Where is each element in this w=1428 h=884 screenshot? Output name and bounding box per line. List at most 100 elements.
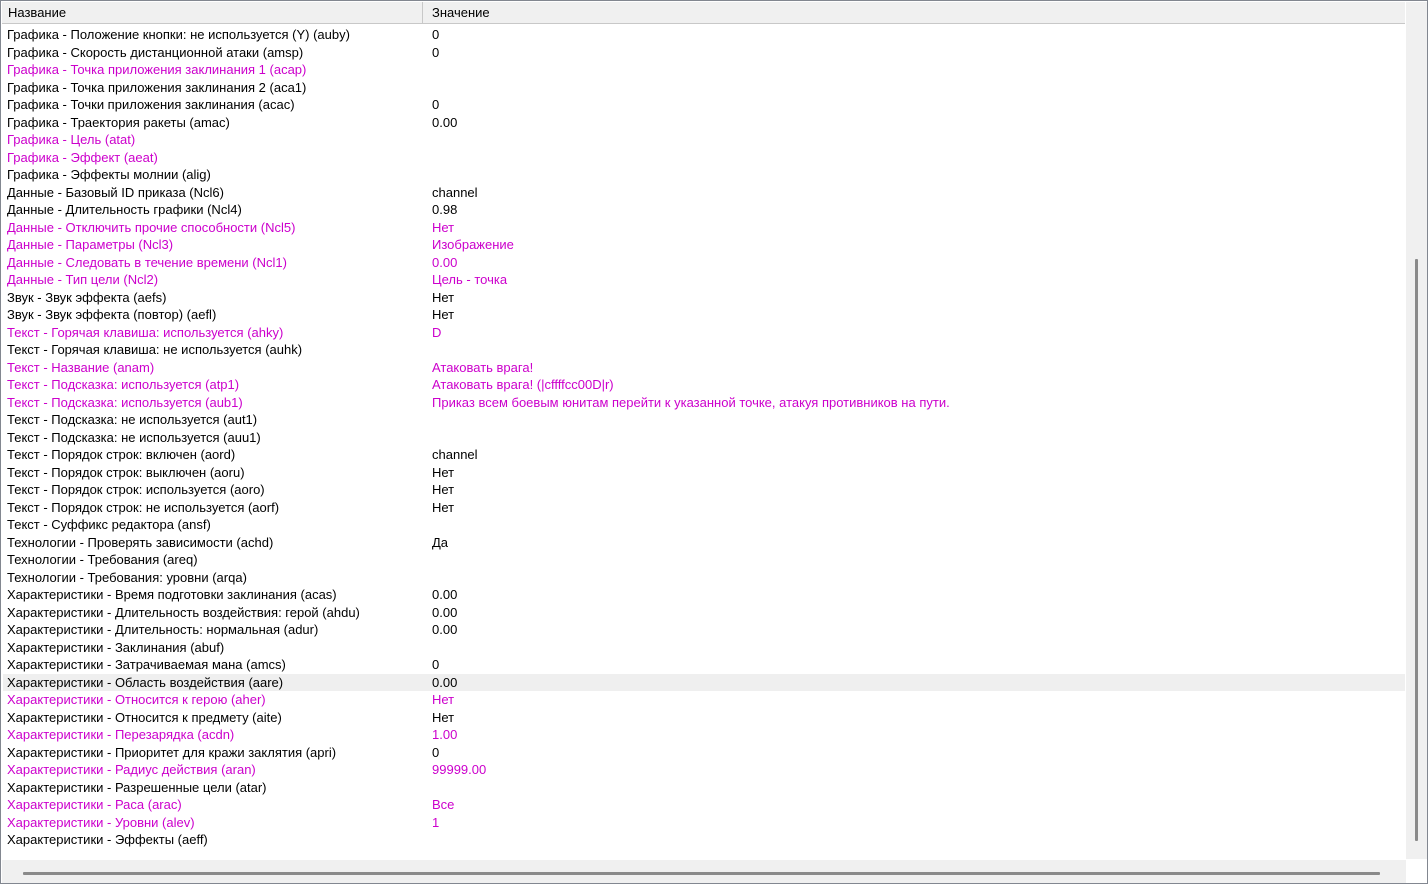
field-value: Изображение [432, 237, 514, 252]
field-name: Графика - Скорость дистанционной атаки (… [7, 44, 304, 60]
list-row[interactable]: Графика - Точки приложения заклинания (a… [3, 96, 1405, 114]
list-row[interactable]: Характеристики - Длительность воздействи… [3, 604, 1405, 622]
list-row[interactable]: Характеристики - Заклинания (abuf) [3, 639, 1405, 657]
field-name: Графика - Эффекты молнии (alig) [7, 167, 211, 182]
field-value: Приказ всем боевым юнитам перейти к указ… [432, 394, 950, 410]
list-row[interactable]: Характеристики - Длительность: нормальна… [3, 621, 1405, 639]
field-name: Характеристики - Время подготовки заклин… [7, 587, 337, 602]
list-row[interactable]: Характеристики - Затрачиваемая мана (amc… [3, 656, 1405, 674]
field-value: channel [432, 447, 478, 462]
list-row[interactable]: Графика - Эффект (aeat) [3, 149, 1405, 167]
field-value: Нет [432, 464, 455, 480]
list-row[interactable]: Текст - Суффикс редактора (ansf) [3, 516, 1405, 534]
field-name: Текст - Порядок строк: используется (aor… [7, 482, 265, 497]
list-row[interactable]: Графика - Положение кнопки: не используе… [3, 26, 1405, 44]
list-row[interactable]: Характеристики - Уровни (alev) 1 [3, 814, 1405, 832]
list-row[interactable]: Звук - Звук эффекта (повтор) (aefl) Нет [3, 306, 1405, 324]
horizontal-scrollbar[interactable] [2, 860, 1406, 883]
field-value: 99999.00 [432, 762, 487, 777]
field-name: Текст - Суффикс редактора (ansf) [7, 517, 211, 532]
list-row[interactable]: Характеристики - Приоритет для кражи зак… [3, 744, 1405, 762]
list-row[interactable]: Текст - Подсказка: используется (aub1) Пр… [3, 394, 1405, 412]
list-row[interactable]: Характеристики - Область воздействия (aa… [3, 673, 1405, 691]
field-value: 0 [432, 44, 440, 60]
list-row[interactable]: Текст - Порядок строк: включен (aord) cha… [3, 446, 1405, 464]
field-name: Графика - Цель (atat) [7, 132, 136, 147]
list-row[interactable]: Графика - Точка приложения заклинания 2 … [3, 79, 1405, 97]
list-row[interactable]: Текст - Порядок строк: выключен (aoru) Не… [3, 464, 1405, 482]
field-name: Текст - Порядок строк: включен (aord) [7, 447, 236, 462]
vertical-scrollbar[interactable] [1406, 2, 1427, 859]
field-name: Характеристики - Область воздействия (aa… [7, 674, 284, 690]
list-row[interactable]: Графика - Эффекты молнии (alig) [3, 166, 1405, 184]
field-name: Текст - Подсказка: используется (atp1) [7, 377, 240, 392]
field-value: Нет [432, 289, 455, 305]
field-value: 0.00 [432, 587, 458, 602]
field-name: Данные - Длительность графики (Ncl4) [7, 202, 242, 217]
field-value: Атаковать врага! [432, 359, 534, 375]
list-row[interactable]: Данные - Отключить прочие способности (N… [3, 219, 1405, 237]
list-body: Графика - Положение кнопки: не используе… [2, 26, 1405, 858]
field-value: Нет [432, 709, 455, 725]
list-row[interactable]: Текст - Горячая клавиша: не используется… [3, 341, 1405, 359]
field-name: Характеристики - Затрачиваемая мана (amc… [7, 657, 286, 672]
field-value: 0.00 [432, 114, 458, 130]
list-row[interactable]: Текст - Порядок строк: используется (aor… [3, 481, 1405, 499]
vertical-scrollbar-thumb[interactable] [1415, 259, 1418, 841]
list-row[interactable]: Характеристики - Разрешенные цели (atar) [3, 779, 1405, 797]
list-row[interactable]: Характеристики - Радиус действия (aran) 9… [3, 761, 1405, 779]
field-name: Характеристики - Уровни (alev) [7, 814, 195, 830]
list-row[interactable]: Текст - Подсказка: не используется (auu1… [3, 429, 1405, 447]
list-row[interactable]: Технологии - Требования: уровни (arqa) [3, 569, 1405, 587]
list-row[interactable]: Данные - Базовый ID приказа (Ncl6) channe… [3, 184, 1405, 202]
field-value: 0.00 [432, 622, 458, 637]
list-row[interactable]: Графика - Точка приложения заклинания 1 … [3, 61, 1405, 79]
field-name: Текст - Подсказка: не используется (aut1… [7, 412, 258, 427]
field-value: Нет [432, 499, 455, 515]
field-value: Нет [432, 692, 455, 707]
list-row[interactable]: Графика - Траектория ракеты (amac) 0.00 [3, 114, 1405, 132]
list-row[interactable]: Текст - Название (anam) Атаковать врага! [3, 359, 1405, 377]
list-row[interactable]: Данные - Параметры (Ncl3) Изображение [3, 236, 1405, 254]
list-row[interactable]: Характеристики - Время подготовки заклин… [3, 586, 1405, 604]
field-name: Данные - Параметры (Ncl3) [7, 237, 174, 252]
field-value: 0.98 [432, 202, 458, 217]
list-row[interactable]: Технологии - Проверять зависимости (achd… [3, 534, 1405, 552]
field-name: Технологии - Проверять зависимости (achd… [7, 534, 274, 550]
field-name: Характеристики - Приоритет для кражи зак… [7, 744, 337, 760]
list-row[interactable]: Графика - Цель (atat) [3, 131, 1405, 149]
list-row[interactable]: Данные - Следовать в течение времени (Nc… [3, 254, 1405, 272]
field-name: Характеристики - Радиус действия (aran) [7, 762, 256, 777]
column-header-value[interactable]: Значение [424, 2, 1405, 23]
list-row[interactable]: Звук - Звук эффекта (aefs) Нет [3, 289, 1405, 307]
field-name: Данные - Отключить прочие способности (N… [7, 219, 296, 235]
field-name: Текст - Порядок строк: выключен (aoru) [7, 464, 245, 480]
list-row[interactable]: Характеристики - Относится к герою (aher… [3, 691, 1405, 709]
list-row[interactable]: Графика - Скорость дистанционной атаки (… [3, 44, 1405, 62]
field-name: Характеристики - Заклинания (abuf) [7, 639, 225, 655]
field-value: 0 [432, 27, 440, 42]
list-row[interactable]: Текст - Горячая клавиша: используется (a… [3, 324, 1405, 342]
field-name: Характеристики - Длительность воздействи… [7, 604, 360, 620]
list-row[interactable]: Текст - Подсказка: используется (atp1) Ат… [3, 376, 1405, 394]
field-name: Характеристики - Раса (arac) [7, 797, 182, 812]
list-row[interactable]: Характеристики - Эффекты (aeff) [3, 831, 1405, 849]
field-value: Да [432, 534, 449, 550]
list-row[interactable]: Текст - Порядок строк: не используется (… [3, 499, 1405, 517]
field-name: Данные - Следовать в течение времени (Nc… [7, 254, 287, 270]
list-row[interactable]: Характеристики - Раса (arac) Все [3, 796, 1405, 814]
field-name: Звук - Звук эффекта (aefs) [7, 289, 167, 305]
list-row[interactable]: Технологии - Требования (areq) [3, 551, 1405, 569]
list-row[interactable]: Характеристики - Перезарядка (acdn) 1.00 [3, 726, 1405, 744]
horizontal-scrollbar-thumb[interactable] [23, 872, 1380, 875]
field-name: Характеристики - Перезарядка (acdn) [7, 727, 235, 742]
list-row[interactable]: Текст - Подсказка: не используется (aut1… [3, 411, 1405, 429]
list-row[interactable]: Характеристики - Относится к предмету (a… [3, 709, 1405, 727]
list-row[interactable]: Данные - Длительность графики (Ncl4) 0.98 [3, 201, 1405, 219]
column-header-name[interactable]: Название [2, 2, 423, 23]
field-name: Текст - Подсказка: не используется (auu1… [7, 429, 261, 445]
list-row[interactable]: Данные - Тип цели (Ncl2) Цель - точка [3, 271, 1405, 289]
list-header: Название Значение [2, 2, 1405, 24]
field-value: Все [432, 797, 455, 812]
field-value: 0 [432, 657, 440, 672]
